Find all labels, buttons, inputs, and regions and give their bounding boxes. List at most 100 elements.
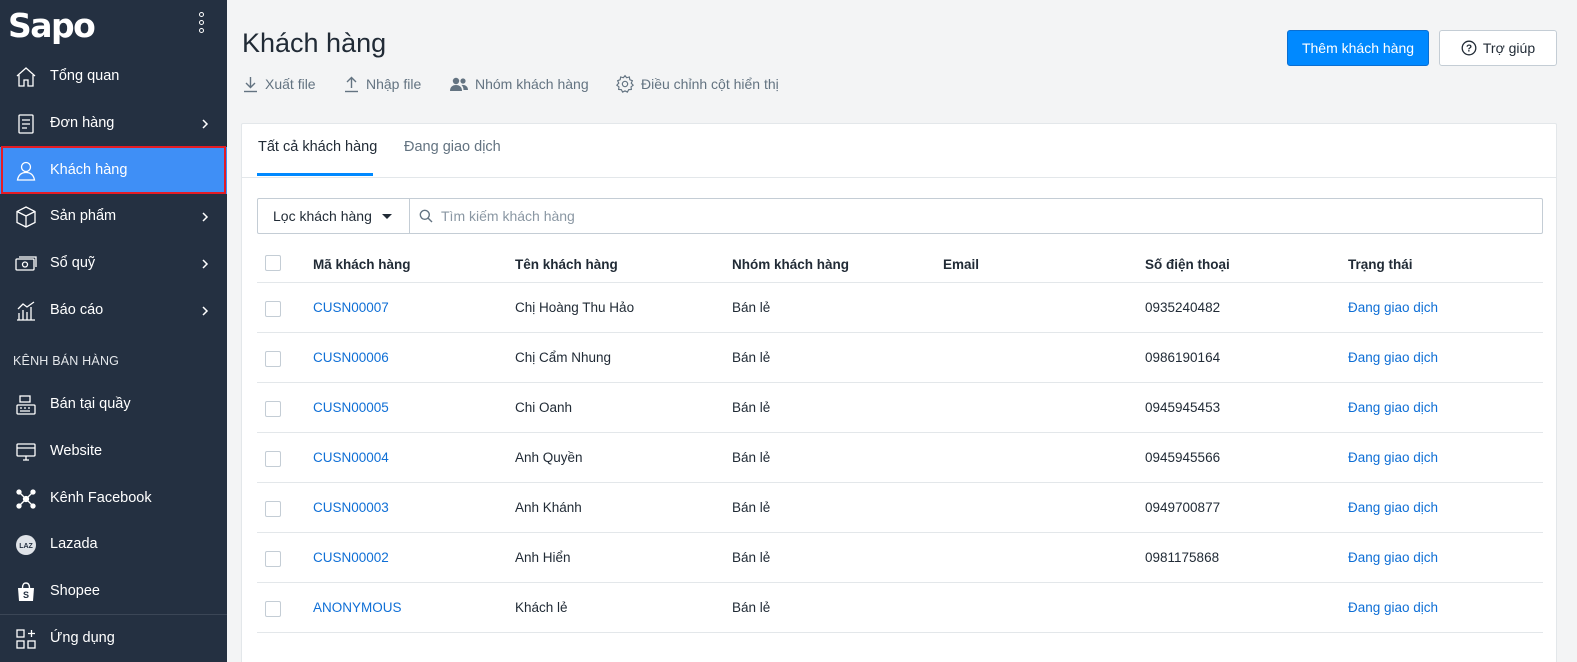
svg-text:?: ? [1466, 44, 1472, 55]
customer-code-link[interactable]: ANONYMOUS [313, 600, 402, 615]
sidebar-item-label: Sản phẩm [50, 208, 117, 224]
row-checkbox[interactable] [265, 451, 281, 467]
table-row[interactable]: CUSN00004 Anh Quyền Bán lẻ 0945945566 Đa… [257, 433, 1543, 483]
home-icon [16, 67, 36, 87]
apps-icon [16, 629, 36, 649]
customer-status: Đang giao dịch [1348, 300, 1439, 315]
sidebar: Sapo Tổng quan Đơn hàng Khách hàng Sản p… [0, 0, 227, 662]
row-checkbox[interactable] [265, 551, 281, 567]
customer-groups-button[interactable]: Nhóm khách hàng [449, 73, 589, 95]
tab-all-customers[interactable]: Tất cả khách hàng [258, 139, 377, 155]
help-button[interactable]: ? Trợ giúp [1439, 30, 1557, 66]
column-header-group[interactable]: Nhóm khách hàng [732, 257, 849, 272]
table-row[interactable]: ANONYMOUS Khách lẻ Bán lẻ Đang giao dịch [257, 583, 1543, 633]
export-file-button[interactable]: Xuất file [242, 73, 316, 95]
cash-icon [15, 256, 37, 271]
network-icon [16, 489, 36, 509]
sidebar-item-cashbook[interactable]: Sổ quỹ [0, 240, 227, 287]
column-header-phone[interactable]: Số điện thoại [1145, 257, 1230, 272]
chart-icon [17, 301, 35, 321]
row-checkbox[interactable] [265, 601, 281, 617]
table-row[interactable]: CUSN00007 Chị Hoàng Thu Hảo Bán lẻ 09352… [257, 283, 1543, 333]
sidebar-item-label: Sổ quỹ [50, 255, 96, 271]
logo-row: Sapo [0, 0, 227, 52]
customer-code-link[interactable]: CUSN00002 [313, 550, 389, 565]
adjust-columns-button[interactable]: Điều chỉnh cột hiển thị [615, 73, 779, 95]
row-checkbox[interactable] [265, 351, 281, 367]
customer-code-link[interactable]: CUSN00006 [313, 350, 389, 365]
filter-label: Lọc khách hàng [273, 208, 372, 224]
table-row[interactable]: CUSN00006 Chị Cẩm Nhung Bán lẻ 098619016… [257, 333, 1543, 383]
row-checkbox[interactable] [265, 401, 281, 417]
sidebar-item-apps[interactable]: Ứng dụng [0, 615, 227, 662]
sidebar-item-website[interactable]: Website [0, 428, 227, 475]
customer-status: Đang giao dịch [1348, 400, 1439, 415]
column-header-name[interactable]: Tên khách hàng [515, 257, 618, 272]
more-options-icon[interactable] [196, 12, 206, 38]
table-row[interactable]: CUSN00005 Chi Oanh Bán lẻ 0945945453 Đan… [257, 383, 1543, 433]
box-icon [16, 206, 36, 228]
add-customer-button[interactable]: Thêm khách hàng [1287, 30, 1429, 66]
select-all-checkbox[interactable] [265, 255, 281, 271]
sidebar-item-label: Tổng quan [50, 68, 120, 84]
column-header-email[interactable]: Email [943, 257, 979, 272]
tabs: Tất cả khách hàng Đang giao dịch [242, 124, 1556, 178]
customer-name: Anh Hiển [515, 550, 571, 565]
tab-trading[interactable]: Đang giao dịch [404, 139, 501, 155]
row-checkbox[interactable] [265, 501, 281, 517]
table-row[interactable]: CUSN00003 Anh Khánh Bán lẻ 0949700877 Đa… [257, 483, 1543, 533]
gear-icon [615, 74, 635, 93]
customer-phone: 0945945453 [1145, 400, 1221, 415]
import-file-button[interactable]: Nhập file [343, 73, 421, 95]
help-circle-icon: ? [1461, 40, 1477, 56]
sidebar-item-pos[interactable]: Bán tại quầy [0, 381, 227, 428]
sales-channels-heading: KÊNH BÁN HÀNG [13, 354, 120, 368]
filter-bar: Lọc khách hàng [257, 198, 1543, 234]
sapo-logo[interactable]: Sapo [8, 6, 96, 45]
customer-groups-label: Nhóm khách hàng [475, 76, 589, 92]
sidebar-item-lazada[interactable]: LAZ Lazada [0, 521, 227, 568]
export-file-label: Xuất file [265, 76, 316, 92]
customer-status: Đang giao dịch [1348, 500, 1439, 515]
customer-name: Chị Hoàng Thu Hảo [515, 300, 635, 315]
sidebar-item-customers[interactable]: Khách hàng [0, 147, 227, 194]
sidebar-item-reports[interactable]: Báo cáo [0, 287, 227, 334]
sidebar-item-label: Đơn hàng [50, 115, 115, 131]
website-icon [16, 443, 36, 461]
sidebar-item-shopee[interactable]: S Shopee [0, 568, 227, 615]
sidebar-item-label: Lazada [50, 536, 98, 552]
customer-status: Đang giao dịch [1348, 350, 1439, 365]
customer-group: Bán lẻ [732, 500, 771, 515]
customer-status: Đang giao dịch [1348, 450, 1439, 465]
page-title: Khách hàng [242, 28, 387, 58]
filter-customers-dropdown[interactable]: Lọc khách hàng [258, 199, 410, 233]
customer-code-link[interactable]: CUSN00007 [313, 300, 389, 315]
customer-code-link[interactable]: CUSN00003 [313, 500, 389, 515]
customer-phone: 0949700877 [1145, 500, 1221, 515]
sidebar-item-label: Kênh Facebook [50, 490, 152, 506]
svg-text:S: S [23, 590, 29, 600]
import-file-label: Nhập file [366, 76, 422, 92]
sidebar-item-overview[interactable]: Tổng quan [0, 53, 227, 100]
active-tab-indicator [257, 173, 373, 176]
customer-phone: 0986190164 [1145, 350, 1221, 365]
sidebar-item-facebook[interactable]: Kênh Facebook [0, 475, 227, 522]
download-icon [244, 77, 257, 93]
search-input[interactable] [441, 208, 1341, 224]
column-header-code[interactable]: Mã khách hàng [313, 257, 411, 272]
table-row[interactable]: CUSN00002 Anh Hiển Bán lẻ 0981175868 Đan… [257, 533, 1543, 583]
customer-status: Đang giao dịch [1348, 600, 1439, 615]
row-checkbox[interactable] [265, 301, 281, 317]
sidebar-item-orders[interactable]: Đơn hàng [0, 100, 227, 147]
search-icon [419, 209, 433, 223]
users-icon [450, 77, 468, 91]
column-header-status[interactable]: Trạng thái [1348, 257, 1413, 272]
sidebar-item-label: Shopee [50, 583, 100, 599]
customer-code-link[interactable]: CUSN00005 [313, 400, 389, 415]
chevron-right-icon [202, 212, 209, 222]
table-header: Mã khách hàng Tên khách hàng Nhóm khách … [257, 244, 1543, 283]
customer-code-link[interactable]: CUSN00004 [313, 450, 389, 465]
sidebar-item-label: Website [50, 443, 103, 459]
customer-group: Bán lẻ [732, 350, 771, 365]
sidebar-item-products[interactable]: Sản phẩm [0, 193, 227, 240]
